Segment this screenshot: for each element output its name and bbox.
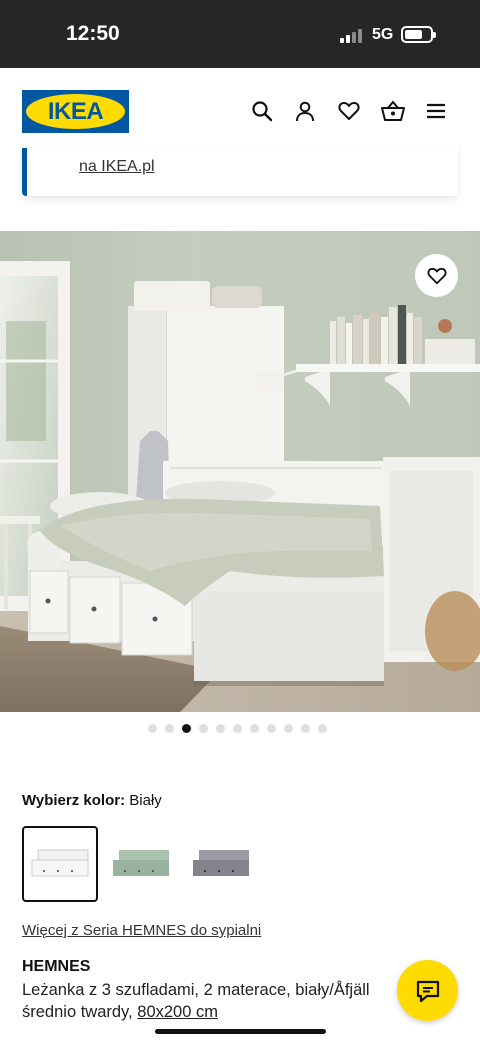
color-swatch-grey[interactable]: [183, 826, 259, 902]
heart-outline-icon: [427, 267, 446, 284]
profile-icon[interactable]: [292, 98, 318, 124]
carousel-dot[interactable]: [199, 724, 208, 733]
carousel-dot[interactable]: [233, 724, 242, 733]
series-link[interactable]: Więcej z Seria HEMNES do sypialni: [22, 922, 261, 939]
battery-icon: [401, 26, 436, 43]
product-name: HEMNES: [22, 958, 91, 975]
color-swatch-green[interactable]: [103, 826, 179, 902]
color-picker-label: Wybierz kolor: Biały: [22, 792, 162, 809]
color-swatch-white[interactable]: [22, 826, 98, 902]
notice-card: na IKEA.pl: [22, 148, 458, 196]
product-desc-line2: średnio twardy,: [22, 1003, 133, 1021]
bed-thumbnail-white: [31, 849, 89, 877]
ikea-logo[interactable]: IKEA: [22, 90, 129, 133]
logo-oval: IKEA: [26, 94, 125, 129]
product-image[interactable]: [0, 231, 480, 712]
status-bar: 12:50 5G: [0, 0, 480, 68]
carousel-dot[interactable]: [284, 724, 293, 733]
product-description: Leżanka z 3 szufladami, 2 materace, biał…: [22, 979, 422, 1023]
selected-color: Biały: [129, 792, 162, 809]
carousel-dot[interactable]: [216, 724, 225, 733]
bedroom-illustration: [0, 231, 480, 712]
carousel-dots: [148, 724, 327, 734]
bed-thumbnail-grey: [193, 850, 249, 876]
home-indicator[interactable]: [155, 1029, 326, 1034]
carousel-dot[interactable]: [250, 724, 259, 733]
bed-thumbnail-green: [113, 850, 169, 876]
status-time: 12:50: [66, 22, 120, 45]
menu-icon[interactable]: [423, 98, 449, 124]
network-type: 5G: [372, 26, 394, 43]
signal-icon: [340, 29, 362, 43]
carousel-dot[interactable]: [148, 724, 157, 733]
favorite-button[interactable]: [415, 254, 458, 297]
basket-icon[interactable]: [380, 98, 406, 124]
carousel-dot[interactable]: [301, 724, 310, 733]
chat-icon: [416, 980, 439, 1002]
search-icon[interactable]: [249, 98, 275, 124]
carousel-dot-active[interactable]: [182, 724, 191, 733]
logo-text: IKEA: [47, 97, 104, 125]
chat-button[interactable]: [397, 960, 458, 1021]
carousel-dot[interactable]: [318, 724, 327, 733]
product-size-link[interactable]: 80x200 cm: [137, 1003, 218, 1021]
color-label-title: Wybierz kolor:: [22, 792, 126, 809]
carousel-dot[interactable]: [267, 724, 276, 733]
heart-icon[interactable]: [336, 98, 362, 124]
carousel-dot[interactable]: [165, 724, 174, 733]
site-header: IKEA: [0, 68, 480, 156]
notice-link[interactable]: na IKEA.pl: [79, 158, 155, 176]
product-desc-line1: Leżanka z 3 szufladami, 2 materace, biał…: [22, 981, 370, 999]
